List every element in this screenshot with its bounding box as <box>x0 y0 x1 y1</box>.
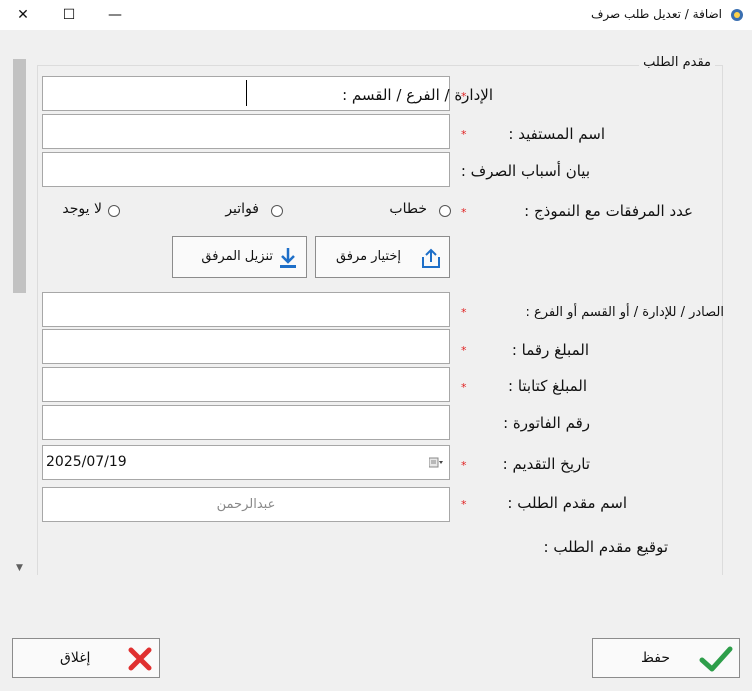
reason-label: بيان أسباب الصرف : <box>460 162 590 180</box>
radio-letter[interactable] <box>439 205 451 217</box>
window-title: اضافة / تعديل طلب صرف <box>590 7 722 21</box>
minimize-window-button[interactable]: — <box>92 0 138 30</box>
applicant-signature-label: توقيع مقدم الطلب : <box>543 538 668 556</box>
group-border-left <box>37 65 38 575</box>
department-label: الإدارة / الفرع / القسم : <box>342 86 493 104</box>
group-border-top <box>37 65 722 66</box>
scroll-down-arrow-icon[interactable]: ▼ <box>13 562 26 574</box>
choose-attachment-button[interactable]: إختيار مرفق <box>315 236 450 278</box>
scrollbar-thumb[interactable] <box>13 59 26 293</box>
amount-text-label: المبلغ كتابتا : <box>508 377 587 395</box>
issuer-input[interactable] <box>42 292 450 327</box>
close-label: إغلاق <box>60 650 91 666</box>
required-mark: * <box>461 128 467 141</box>
reason-input[interactable] <box>42 152 450 187</box>
attachments-label: عدد المرفقات مع النموذج : <box>524 202 693 220</box>
invoice-number-label: رقم الفاتورة : <box>503 414 590 432</box>
required-mark: * <box>461 381 467 394</box>
applicant-name-label: اسم مقدم الطلب : <box>507 494 627 512</box>
calendar-dropdown-icon[interactable] <box>429 457 443 469</box>
amount-numeric-label: المبلغ رقما : <box>511 341 589 359</box>
upload-icon <box>422 248 440 268</box>
required-mark: * <box>461 344 467 357</box>
close-window-button[interactable]: ✕ <box>0 0 46 30</box>
issuer-label: الصادر / للإدارة / أو القسم أو الفرع : <box>525 305 724 320</box>
applicant-name-field[interactable]: عبدالرحمن <box>42 487 450 522</box>
required-mark: * <box>461 206 467 219</box>
download-attachment-label: تنزيل المرفق <box>201 249 273 264</box>
beneficiary-label: اسم المستفيد : <box>508 125 605 143</box>
required-mark: * <box>461 498 467 511</box>
radio-letter-label[interactable]: خطاب <box>389 201 427 217</box>
maximize-window-button[interactable]: ☐ <box>46 0 92 30</box>
choose-attachment-label: إختيار مرفق <box>335 249 401 264</box>
title-bar: ✕ ☐ — اضافة / تعديل طلب صرف <box>0 0 752 30</box>
required-mark: * <box>461 306 467 319</box>
save-label: حفظ <box>641 650 671 666</box>
radio-none[interactable] <box>108 205 120 217</box>
close-x-icon <box>128 647 152 671</box>
vertical-scrollbar[interactable]: ▼ <box>11 43 28 576</box>
invoice-number-input[interactable] <box>42 405 450 440</box>
save-button[interactable]: حفظ <box>592 638 740 678</box>
radio-invoices-label[interactable]: فواتير <box>225 201 259 217</box>
group-border-right <box>722 65 723 575</box>
download-icon <box>280 248 296 268</box>
submission-date-picker[interactable]: 2025/07/19 <box>42 445 450 480</box>
close-button[interactable]: إغلاق <box>12 638 160 678</box>
download-attachment-button[interactable]: تنزيل المرفق <box>172 236 307 278</box>
radio-invoices[interactable] <box>271 205 283 217</box>
radio-none-label[interactable]: لا يوجد <box>62 201 102 217</box>
submission-date-label: تاريخ التقديم : <box>502 455 590 473</box>
submission-date-value: 2025/07/19 <box>46 454 127 470</box>
text-caret <box>246 80 247 106</box>
amount-text-input[interactable] <box>42 367 450 402</box>
group-title: مقدم الطلب <box>639 55 715 70</box>
app-icon <box>731 9 743 21</box>
required-mark: * <box>461 459 467 472</box>
beneficiary-input[interactable] <box>42 114 450 149</box>
amount-numeric-input[interactable] <box>42 329 450 364</box>
checkmark-icon <box>699 646 733 672</box>
